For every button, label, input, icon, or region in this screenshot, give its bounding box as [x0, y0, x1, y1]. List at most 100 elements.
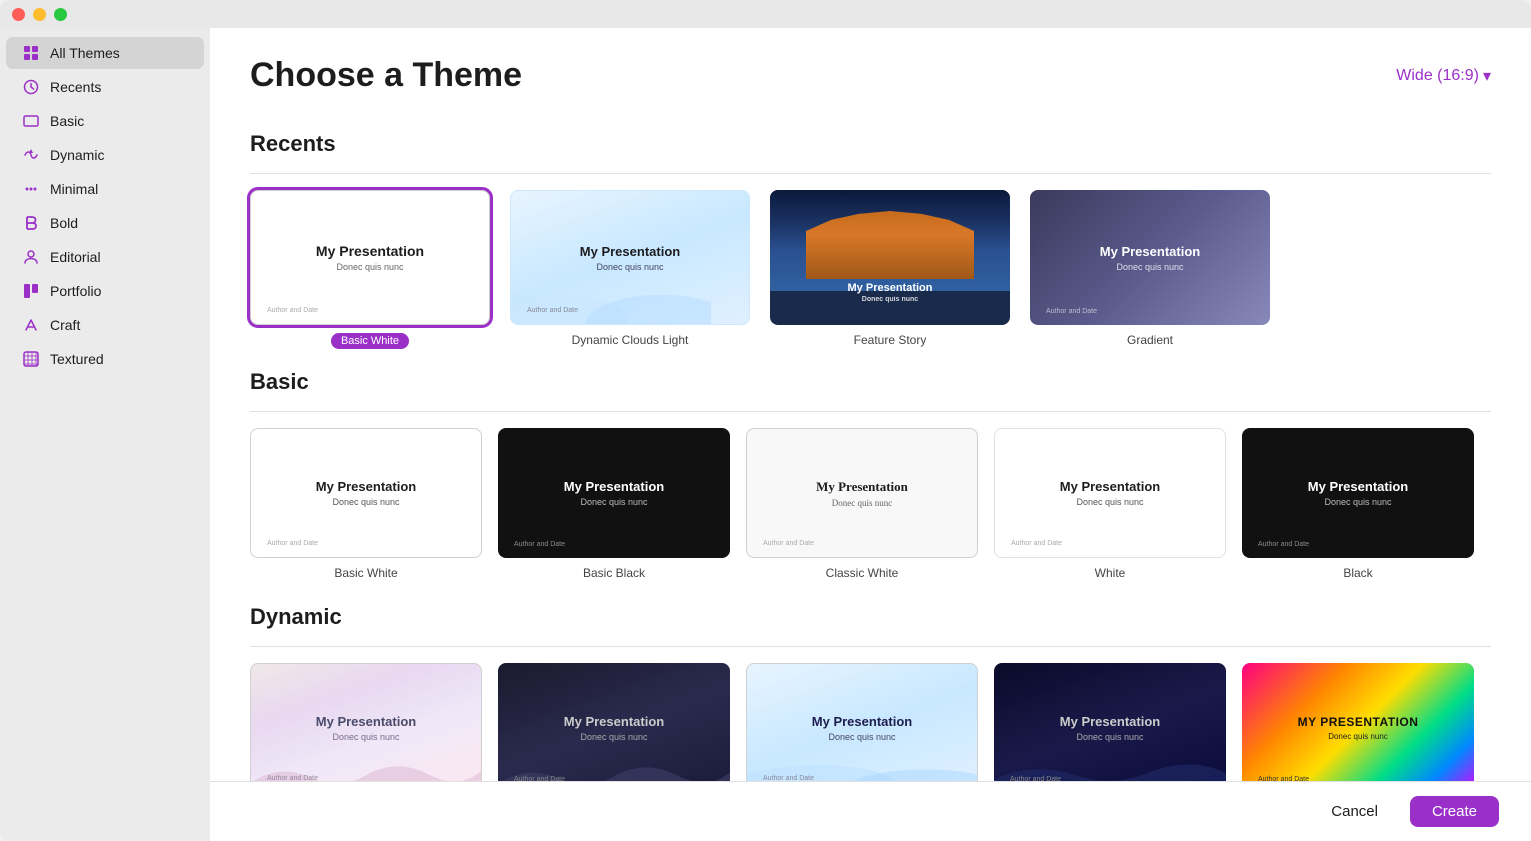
theme-card-black[interactable]: My Presentation Donec quis nunc Author a… — [1242, 428, 1474, 580]
thumb-subtitle: Donec quis nunc — [1324, 497, 1391, 507]
sidebar-item-editorial[interactable]: Editorial — [6, 241, 204, 273]
cancel-button[interactable]: Cancel — [1311, 796, 1398, 827]
sidebar-label-portfolio: Portfolio — [50, 283, 101, 299]
thumb-subtitle: Donec quis nunc — [1076, 497, 1143, 507]
sidebar-label-basic: Basic — [50, 113, 84, 129]
craft-icon — [22, 316, 40, 334]
thumb-author: Author and Date — [514, 541, 565, 548]
thumb-title: My Presentation — [1060, 714, 1160, 729]
sidebar-item-recents[interactable]: Recents — [6, 71, 204, 103]
theme-thumbnail-white: My Presentation Donec quis nunc Author a… — [994, 428, 1226, 558]
thumb-subtitle: Donec quis nunc — [336, 262, 403, 272]
recents-grid: My Presentation Donec quis nunc Author a… — [250, 190, 1491, 349]
chevron-down-icon: ▾ — [1483, 66, 1491, 86]
theme-thumbnail-dyn-waves-light: My Presentation Donec quis nunc Author a… — [250, 663, 482, 793]
theme-card-basic-black[interactable]: My Presentation Donec quis nunc Author a… — [498, 428, 730, 580]
thumb-title: My Presentation — [580, 244, 680, 259]
recents-divider — [250, 173, 1491, 174]
titlebar — [0, 0, 1531, 28]
theme-thumbnail-classic-white: My Presentation Donec quis nunc Author a… — [746, 428, 978, 558]
theme-card-basic-white[interactable]: My Presentation Donec quis nunc Author a… — [250, 428, 482, 580]
sidebar-item-dynamic[interactable]: Dynamic — [6, 139, 204, 171]
selected-badge: Basic White — [331, 333, 409, 349]
sidebar-item-minimal[interactable]: Minimal — [6, 173, 204, 205]
sidebar-item-basic[interactable]: Basic — [6, 105, 204, 137]
basic-divider — [250, 411, 1491, 412]
create-button[interactable]: Create — [1410, 796, 1499, 827]
dynamic-section-title: Dynamic — [250, 604, 1491, 630]
clock-icon — [22, 78, 40, 96]
basic-section-title: Basic — [250, 369, 1491, 395]
sidebar-item-craft[interactable]: Craft — [6, 309, 204, 341]
thumb-author: Author and Date — [267, 775, 318, 782]
thumb-subtitle: Donec quis nunc — [1116, 262, 1183, 272]
content-header: Choose a Theme Wide (16:9) ▾ — [210, 28, 1531, 111]
thumb-title: My Presentation — [1100, 244, 1200, 259]
theme-card-recent-gradient[interactable]: My Presentation Donec quis nunc Author a… — [1030, 190, 1270, 349]
sidebar: All Themes Recents Basi — [0, 28, 210, 841]
sidebar-item-textured[interactable]: Textured — [6, 343, 204, 375]
thumb-subtitle: Donec quis nunc — [828, 732, 895, 742]
thumb-author: Author and Date — [267, 307, 318, 314]
theme-thumbnail-black: My Presentation Donec quis nunc Author a… — [1242, 428, 1474, 558]
theme-thumbnail-recent-basic-white: My Presentation Donec quis nunc Author a… — [250, 190, 490, 325]
theme-name-white: White — [1095, 566, 1126, 580]
sidebar-label-dynamic: Dynamic — [50, 147, 104, 163]
close-button[interactable] — [12, 8, 25, 21]
aspect-selector[interactable]: Wide (16:9) ▾ — [1396, 66, 1491, 86]
basic-grid: My Presentation Donec quis nunc Author a… — [250, 428, 1491, 580]
thumb-title: My Presentation — [564, 714, 664, 729]
thumb-author: Author and Date — [1258, 776, 1309, 783]
theme-thumbnail-recent-feature-story: My Presentation Donec quis nunc — [770, 190, 1010, 325]
textured-icon — [22, 350, 40, 368]
sidebar-label-editorial: Editorial — [50, 249, 101, 265]
sidebar-item-bold[interactable]: Bold — [6, 207, 204, 239]
theme-name-recent-gradient: Gradient — [1127, 333, 1173, 347]
footer: Cancel Create — [210, 781, 1531, 841]
maximize-button[interactable] — [54, 8, 67, 21]
theme-thumbnail-basic-white: My Presentation Donec quis nunc Author a… — [250, 428, 482, 558]
sidebar-label-textured: Textured — [50, 351, 104, 367]
dynamic-icon — [22, 146, 40, 164]
thumb-author: Author and Date — [1258, 541, 1309, 548]
content-scroll[interactable]: Recents My Presentation Donec quis nunc … — [210, 111, 1531, 841]
thumb-title: My Presentation — [564, 479, 664, 494]
thumb-title: My Presentation — [816, 479, 908, 495]
thumb-subtitle: Donec quis nunc — [580, 497, 647, 507]
theme-name-recent-feature-story: Feature Story — [854, 333, 927, 347]
thumb-title: My Presentation — [316, 714, 416, 729]
thumb-title: My Presentation — [316, 479, 416, 494]
thumb-subtitle: Donec quis nunc — [580, 732, 647, 742]
basic-icon — [22, 112, 40, 130]
theme-thumbnail-recent-dyn-clouds-light: My Presentation Donec quis nunc Author a… — [510, 190, 750, 325]
sidebar-item-portfolio[interactable]: Portfolio — [6, 275, 204, 307]
sidebar-label-recents: Recents — [50, 79, 101, 95]
thumb-subtitle: Donec quis nunc — [332, 732, 399, 742]
editorial-icon — [22, 248, 40, 266]
thumb-author: Author and Date — [1011, 540, 1062, 547]
thumb-title: My Presentation — [1308, 479, 1408, 494]
thumb-author: Author and Date — [267, 540, 318, 547]
theme-name-black: Black — [1343, 566, 1372, 580]
sidebar-item-all-themes[interactable]: All Themes — [6, 37, 204, 69]
theme-card-recent-basic-white[interactable]: My Presentation Donec quis nunc Author a… — [250, 190, 490, 349]
theme-card-classic-white[interactable]: My Presentation Donec quis nunc Author a… — [746, 428, 978, 580]
minimize-button[interactable] — [33, 8, 46, 21]
aspect-label: Wide (16:9) — [1396, 67, 1479, 85]
theme-name-recent-dyn-clouds-light: Dynamic Clouds Light — [572, 333, 689, 347]
bold-icon — [22, 214, 40, 232]
thumb-subtitle: Donec quis nunc — [596, 262, 663, 272]
theme-thumbnail-dyn-clouds-dark: My Presentation Donec quis nunc Author a… — [994, 663, 1226, 793]
main-layout: All Themes Recents Basi — [0, 28, 1531, 841]
theme-card-recent-dyn-clouds-light[interactable]: My Presentation Donec quis nunc Author a… — [510, 190, 750, 349]
grid-icon — [22, 44, 40, 62]
content-area: Choose a Theme Wide (16:9) ▾ Recents My … — [210, 28, 1531, 841]
thumb-title: MY PRESENTATION — [1298, 715, 1419, 729]
theme-card-recent-feature-story[interactable]: My Presentation Donec quis nunc Feature … — [770, 190, 1010, 349]
theme-card-white[interactable]: My Presentation Donec quis nunc Author a… — [994, 428, 1226, 580]
theme-thumbnail-basic-black: My Presentation Donec quis nunc Author a… — [498, 428, 730, 558]
thumb-author: Author and Date — [1010, 776, 1061, 783]
sidebar-label-bold: Bold — [50, 215, 78, 231]
app-window: All Themes Recents Basi — [0, 0, 1531, 841]
sidebar-label-craft: Craft — [50, 317, 80, 333]
